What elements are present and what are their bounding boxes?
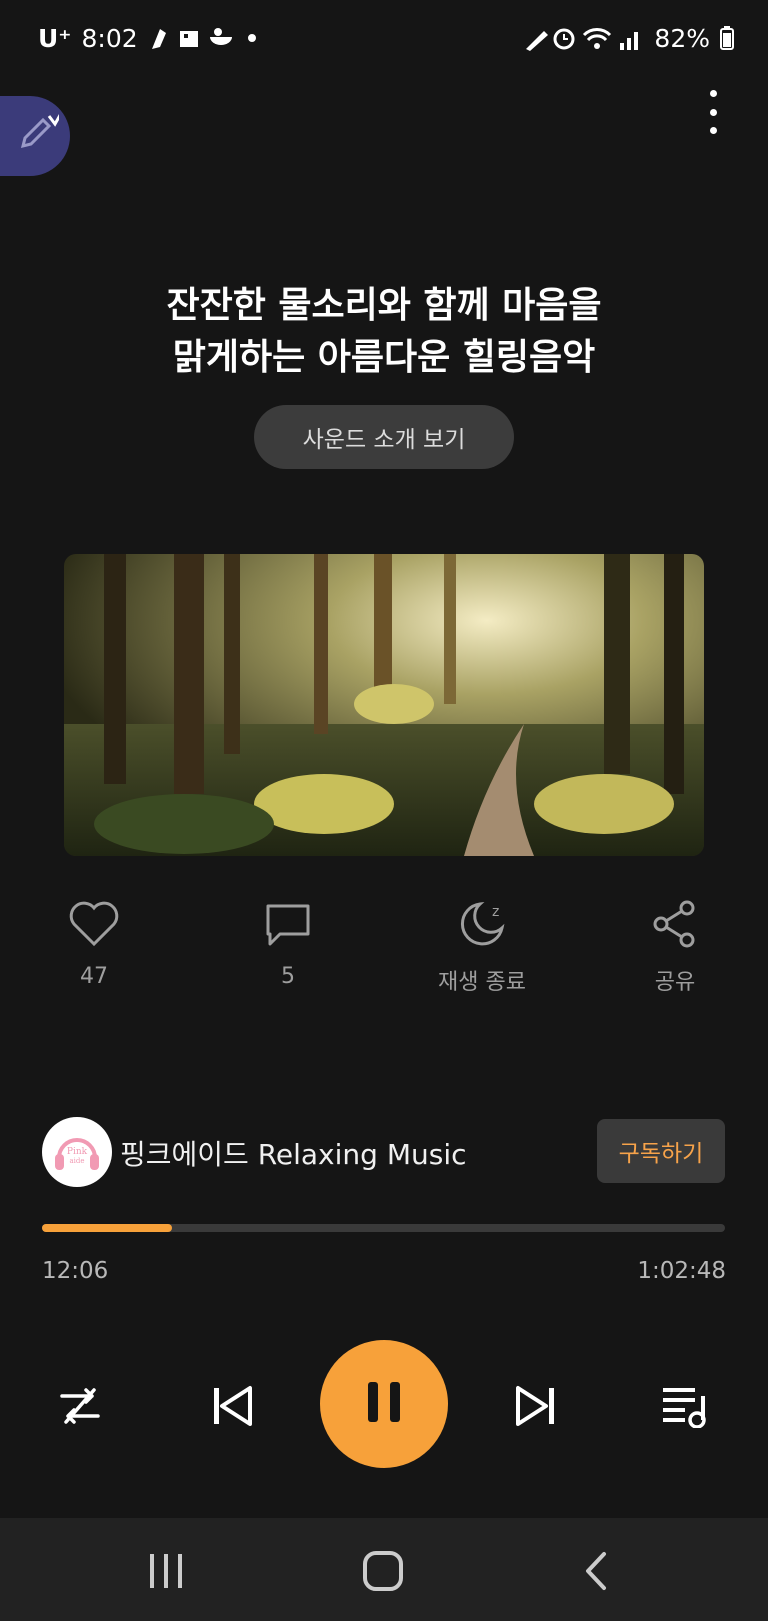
svg-text:aide: aide — [69, 1157, 84, 1165]
current-time: 12:06 — [42, 1258, 109, 1284]
pause-icon — [362, 1378, 406, 1430]
svg-text:z: z — [492, 904, 499, 920]
system-icons — [524, 25, 644, 51]
sound-intro-button[interactable]: 사운드 소개 보기 — [254, 405, 514, 469]
subscribe-button[interactable]: 구독하기 — [597, 1119, 725, 1183]
sleep-timer-action[interactable]: z 재생 종료 — [412, 900, 552, 996]
moon-icon: z — [456, 900, 508, 952]
like-count: 47 — [80, 964, 108, 989]
svg-text:Pink: Pink — [67, 1147, 88, 1157]
pause-button[interactable] — [320, 1340, 448, 1468]
comment-action[interactable]: 5 — [218, 900, 358, 989]
status-bar-right: 82% — [524, 20, 734, 56]
track-title: 잔잔한 물소리와 함께 마음을 맑게하는 아름다운 힐링음악 — [166, 285, 602, 378]
share-action[interactable]: 공유 — [605, 900, 745, 996]
channel-name[interactable]: 핑크에이드 Relaxing Music — [120, 1133, 467, 1173]
playlist-icon[interactable] — [658, 1378, 714, 1434]
home-icon[interactable] — [362, 1550, 404, 1596]
comment-icon — [262, 900, 314, 952]
channel-avatar[interactable]: Pink aide — [42, 1117, 112, 1187]
share-label: 공유 — [654, 970, 696, 995]
clock: 8:02 — [81, 23, 138, 53]
battery-level: 82% — [654, 23, 710, 53]
pink-aide-logo: Pink aide — [50, 1125, 104, 1179]
back-icon[interactable] — [582, 1550, 610, 1596]
shuffle-icon[interactable] — [52, 1378, 108, 1434]
album-artwork — [64, 554, 704, 856]
more-icon[interactable] — [698, 90, 728, 134]
share-icon — [649, 900, 701, 952]
battery-icon — [720, 26, 734, 50]
recent-apps-icon[interactable] — [148, 1552, 184, 1594]
like-action[interactable]: 47 — [24, 900, 164, 989]
notification-icons — [148, 25, 258, 51]
edit-button[interactable] — [0, 96, 70, 176]
progress-fill — [42, 1224, 172, 1232]
carrier-label: U⁺ — [38, 23, 72, 53]
edit-icon — [11, 109, 65, 162]
next-icon[interactable] — [508, 1378, 564, 1434]
sleep-timer-label: 재생 종료 — [438, 970, 526, 995]
heart-icon — [68, 900, 120, 952]
previous-icon[interactable] — [204, 1378, 260, 1434]
comment-count: 5 — [281, 964, 295, 989]
total-time: 1:02:48 — [637, 1258, 726, 1284]
progress-bar[interactable] — [42, 1224, 725, 1232]
status-bar-left: U⁺ 8:02 — [38, 20, 258, 56]
system-nav-bar — [0, 1518, 768, 1621]
